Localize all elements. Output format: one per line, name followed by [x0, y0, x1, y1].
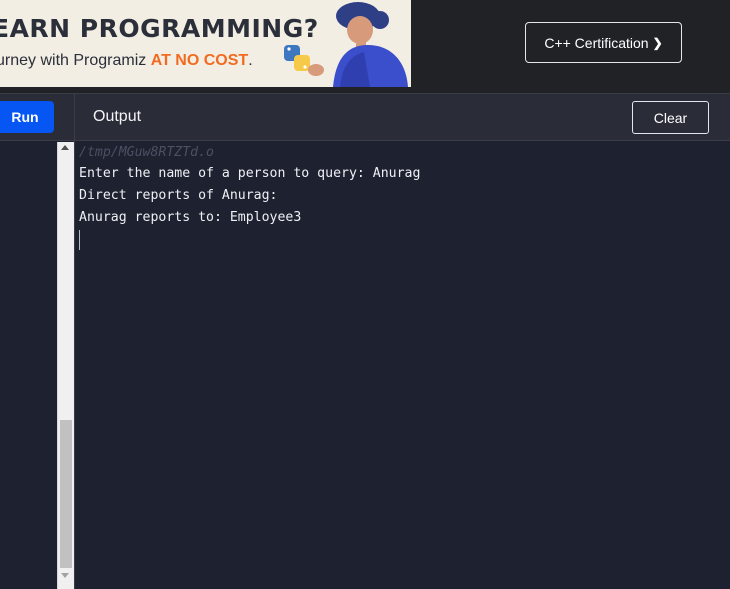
output-panel-title: Output — [93, 108, 142, 125]
output-console[interactable]: /tmp/MGuw8RTZTd.o Enter the name of a pe… — [75, 142, 730, 589]
output-file-path: /tmp/MGuw8RTZTd.o — [79, 145, 214, 160]
editor-toolbar: Run Output Clear — [0, 93, 730, 142]
top-header: EARN PROGRAMMING? urney with Programiz A… — [0, 0, 730, 93]
promo-subtitle-text: urney with Programiz — [0, 52, 151, 69]
scrollbar-thumb[interactable] — [60, 420, 72, 568]
scroll-down-icon[interactable] — [61, 573, 69, 578]
cpp-certification-button[interactable]: C++ Certification ❯ — [525, 22, 682, 63]
promo-title: EARN PROGRAMMING? — [0, 14, 319, 43]
python-logo-icon — [284, 45, 310, 71]
scroll-up-icon[interactable] — [61, 145, 69, 150]
text-cursor — [79, 230, 80, 250]
promo-illustration — [284, 2, 408, 87]
output-line: Anurag reports to: Employee3 — [79, 210, 302, 225]
promo-banner[interactable]: EARN PROGRAMMING? urney with Programiz A… — [0, 0, 411, 87]
toolbar-divider — [74, 94, 75, 142]
promo-subtitle-suffix: . — [248, 52, 253, 69]
editor-scrollbar[interactable] — [57, 142, 74, 589]
code-editor[interactable]: << — [0, 142, 57, 589]
clear-button[interactable]: Clear — [632, 101, 709, 134]
cpp-certification-label: C++ Certification — [544, 34, 649, 51]
chevron-right-icon: ❯ — [652, 35, 663, 50]
output-line: Enter the name of a person to query: Anu… — [79, 166, 421, 181]
promo-subtitle-accent: AT NO COST — [150, 52, 249, 69]
run-button[interactable]: Run — [0, 101, 54, 133]
output-line: Direct reports of Anurag: — [79, 188, 278, 203]
promo-subtitle: urney with Programiz AT NO COST. — [0, 52, 253, 70]
